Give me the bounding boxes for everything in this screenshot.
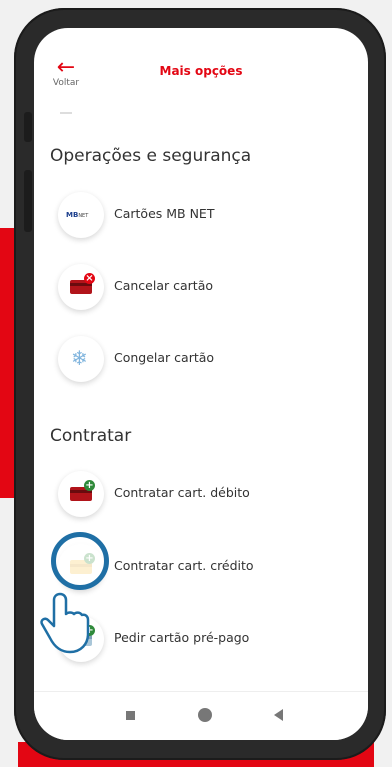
menu-item-freeze-card[interactable]: ❄ Congelar cartão (58, 336, 348, 382)
home-icon[interactable] (198, 708, 212, 722)
mbnet-icon: MBNET (58, 192, 104, 238)
menu-item-mbnet-cards[interactable]: MBNET Cartões MB NET (58, 192, 348, 238)
cancel-card-icon: × (58, 264, 104, 310)
page-title: Mais opções (159, 64, 243, 78)
menu-item-label: Congelar cartão (114, 350, 215, 365)
nav-back-icon[interactable] (274, 709, 283, 721)
snowflake-icon: ❄ (58, 336, 104, 382)
divider (60, 108, 72, 114)
add-debit-card-icon: + (58, 471, 104, 517)
pointing-hand-icon (40, 592, 90, 654)
menu-item-label: Contratar cart. débito (114, 485, 250, 500)
menu-item-label: Cancelar cartão (114, 278, 213, 293)
phone-screen: ← Voltar Mais opções Operações e seguran… (34, 28, 368, 740)
section-title-contract: Contratar (50, 426, 132, 446)
menu-item-cancel-card[interactable]: × Cancelar cartão (58, 264, 348, 310)
tap-highlight-ring (51, 532, 109, 590)
header: ← Voltar Mais opções (34, 28, 368, 106)
menu-item-label: Pedir cartão pré-pago (114, 630, 250, 645)
mbnet-logo: MBNET (66, 211, 89, 219)
menu-item-prepaid-card[interactable]: + Pedir cartão pré-pago (58, 616, 348, 662)
phone-side-button (24, 112, 32, 142)
android-nav-bar (34, 691, 368, 740)
close-icon: × (84, 273, 95, 284)
recents-icon[interactable] (126, 711, 135, 720)
back-label: Voltar (52, 78, 80, 88)
snowflake-glyph: ❄ (71, 346, 88, 370)
menu-item-label: Contratar cart. crédito (114, 558, 254, 573)
plus-icon: + (84, 480, 95, 491)
menu-item-contract-debit[interactable]: + Contratar cart. débito (58, 471, 348, 517)
phone-volume-button (24, 170, 32, 232)
menu-item-label: Cartões MB NET (114, 206, 215, 221)
section-title-operations: Operações e segurança (50, 146, 252, 166)
